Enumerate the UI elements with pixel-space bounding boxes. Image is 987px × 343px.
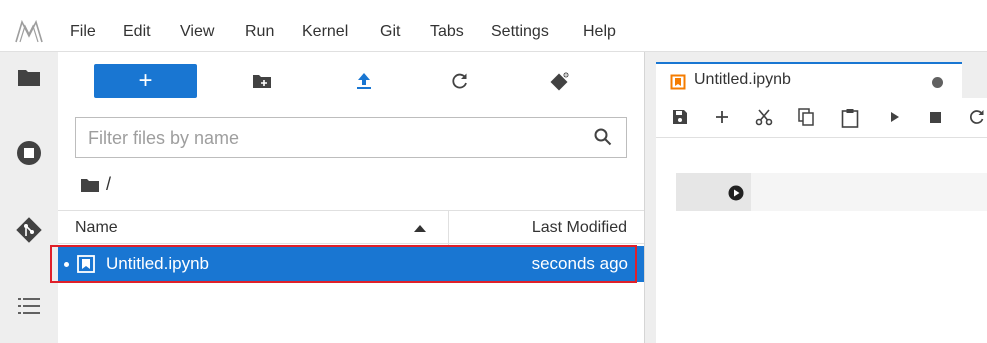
restart-icon[interactable]	[968, 108, 986, 126]
home-folder-icon[interactable]	[80, 177, 100, 193]
column-divider[interactable]	[448, 211, 449, 245]
column-header-last-modified[interactable]: Last Modified	[532, 219, 627, 237]
table-of-contents-icon[interactable]	[0, 296, 58, 316]
filter-box	[75, 117, 627, 158]
menu-kernel[interactable]: Kernel	[302, 22, 348, 42]
save-icon[interactable]	[671, 108, 689, 126]
stop-icon[interactable]	[928, 108, 942, 126]
new-launcher-button[interactable]: +	[94, 64, 197, 98]
activity-sidebar	[0, 52, 58, 343]
paste-icon[interactable]	[840, 108, 860, 128]
git-icon[interactable]	[0, 216, 58, 244]
file-list-header: Name Last Modified	[58, 210, 644, 245]
notebook-tab[interactable]: Untitled.ipynb	[656, 62, 962, 98]
panel-splitter[interactable]	[644, 52, 656, 343]
filter-files-input[interactable]	[88, 127, 568, 149]
menu-bar: File Edit View Run Kernel Git Tabs Setti…	[0, 0, 987, 52]
running-icon[interactable]	[0, 140, 58, 166]
run-cell-icon[interactable]	[728, 185, 744, 201]
copy-icon[interactable]	[797, 108, 815, 126]
notebook-toolbar	[656, 98, 987, 138]
menu-view[interactable]: View	[180, 22, 214, 42]
unsaved-indicator-icon[interactable]	[932, 77, 943, 88]
menu-file[interactable]: File	[70, 22, 96, 42]
menu-git[interactable]: Git	[380, 22, 400, 42]
menu-tabs[interactable]: Tabs	[430, 22, 464, 42]
file-browser-panel: + / Name Last Modified Untitled.ipynb se…	[58, 52, 644, 343]
notebook-tab-icon	[670, 74, 686, 90]
menu-edit[interactable]: Edit	[123, 22, 151, 42]
search-icon	[594, 128, 612, 146]
jupyter-logo-icon	[15, 19, 43, 43]
refresh-icon[interactable]	[450, 71, 470, 91]
git-clone-icon[interactable]	[549, 70, 571, 92]
notebook-tab-bar: Untitled.ipynb	[656, 52, 987, 98]
column-header-name[interactable]: Name	[75, 219, 118, 237]
cell-prompt-area	[676, 173, 751, 211]
code-cell[interactable]	[676, 173, 987, 211]
activity-tab-filebrowser[interactable]	[0, 52, 58, 114]
cut-icon[interactable]	[754, 108, 774, 126]
sort-ascending-icon	[414, 225, 426, 232]
run-icon[interactable]	[888, 108, 902, 126]
selection-highlight-box	[50, 245, 637, 283]
notebook-area: Untitled.ipynb	[656, 52, 987, 343]
upload-icon[interactable]	[355, 71, 373, 91]
menu-run[interactable]: Run	[245, 22, 274, 42]
notebook-tab-label: Untitled.ipynb	[694, 71, 791, 88]
new-folder-icon[interactable]	[251, 72, 273, 90]
menu-settings[interactable]: Settings	[491, 22, 549, 42]
folder-icon	[0, 66, 58, 88]
breadcrumb-root[interactable]: /	[106, 174, 111, 195]
breadcrumb: /	[80, 174, 111, 195]
add-cell-icon[interactable]	[713, 108, 731, 126]
cell-input-editor[interactable]	[751, 173, 987, 211]
menu-help[interactable]: Help	[583, 22, 616, 42]
